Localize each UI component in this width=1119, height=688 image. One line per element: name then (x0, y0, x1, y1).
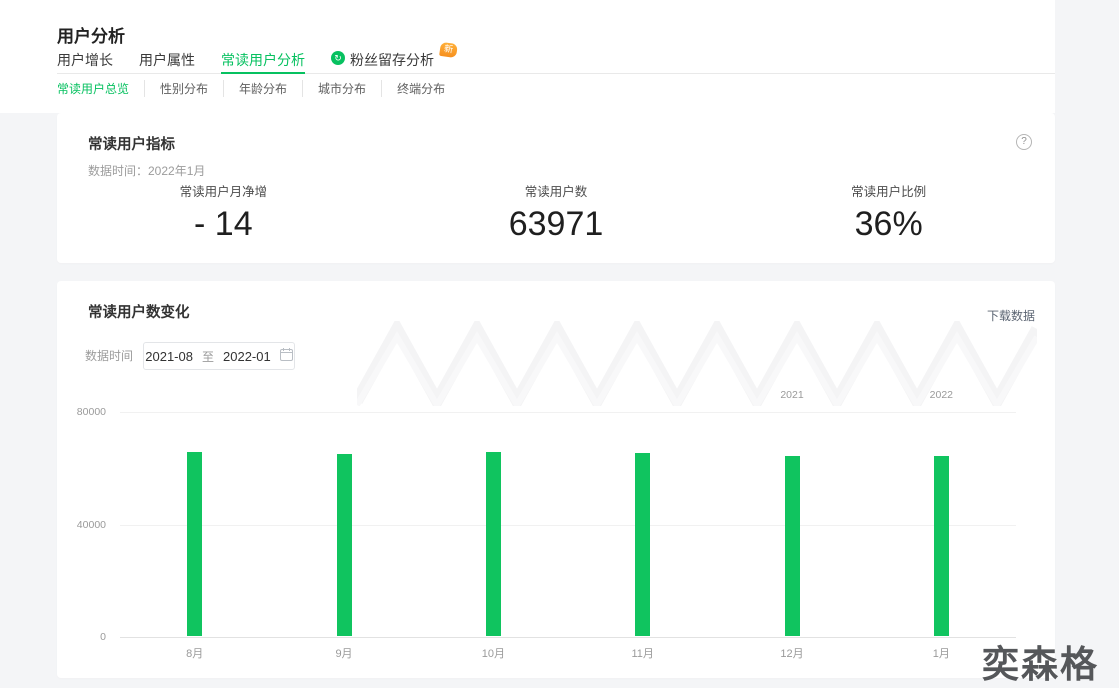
chart-bar-8月[interactable] (187, 452, 203, 636)
tab-label: 用户属性 (139, 52, 195, 68)
chart-bar-12月[interactable] (784, 456, 800, 636)
x-axis-tick: 11月 (631, 648, 654, 660)
download-data-link[interactable]: 下载数据 (987, 307, 1035, 324)
retention-circle-icon: ↻ (331, 51, 345, 65)
tab-fan-retention-analysis[interactable]: ↻ 粉丝留存分析 新 (331, 41, 458, 73)
calendar-icon (279, 348, 293, 364)
chart-bar-1月[interactable] (933, 456, 949, 636)
x-axis-tick: 9月 (335, 648, 353, 660)
tab-label: 用户增长 (57, 52, 113, 68)
new-badge: 新 (439, 41, 458, 59)
y-axis-tick: 0 (100, 631, 106, 643)
year-label-2022: 2022 (929, 389, 954, 401)
main-tabs: 用户增长 用户属性 常读用户分析 ↻ 粉丝留存分析 新 (57, 41, 1055, 74)
x-axis-tick: 1月 (932, 648, 950, 660)
x-axis-tick: 8月 (186, 648, 204, 660)
user-analysis-page: 用户分析 用户增长 用户属性 常读用户分析 ↻ 粉丝留存分析 新 常读用户总览 … (0, 0, 1119, 688)
chart-bar-9月[interactable] (336, 454, 352, 636)
subtab-age-distribution[interactable]: 年龄分布 (223, 80, 287, 97)
subtab-gender-distribution[interactable]: 性别分布 (144, 80, 208, 97)
metrics-data-time: 数据时间：2022年1月 (88, 164, 206, 178)
date-start: 2021-08 (145, 348, 193, 364)
subtab-terminal-distribution[interactable]: 终端分布 (381, 80, 445, 97)
metric-regular-reader-count: 常读用户数 63971 (390, 181, 723, 244)
chart-bar-11月[interactable] (635, 453, 651, 636)
tab-label: 粉丝留存分析 (350, 52, 434, 68)
header: 用户分析 用户增长 用户属性 常读用户分析 ↻ 粉丝留存分析 新 常读用户总览 … (0, 0, 1055, 113)
tab-label: 常读用户分析 (221, 52, 305, 68)
metric-value: 36% (854, 205, 923, 243)
chart-card-title: 常读用户数变化 (88, 305, 190, 321)
sub-tabs: 常读用户总览 性别分布 年龄分布 城市分布 终端分布 (57, 80, 445, 97)
metrics-card: 常读用户指标 ? 数据时间：2022年1月 常读用户月净增 - 14 常读用户数… (57, 113, 1055, 263)
gridline-0 (120, 637, 1016, 638)
metrics-row: 常读用户月净增 - 14 常读用户数 63971 常读用户比例 36% (57, 181, 1055, 244)
date-time-label: 数据时间 (85, 349, 134, 363)
year-label-2021: 2021 (780, 389, 804, 401)
metric-label: 常读用户月净增 (179, 185, 268, 199)
date-end: 2022-01 (223, 348, 271, 364)
subtab-regular-reader-overview[interactable]: 常读用户总览 (57, 80, 129, 97)
date-range-picker[interactable]: 2021-08 至 2022-01 (143, 342, 295, 370)
date-separator: 至 (201, 349, 214, 364)
tab-user-growth[interactable]: 用户增长 (57, 50, 113, 73)
chart-bar-10月[interactable] (485, 451, 501, 636)
subtab-city-distribution[interactable]: 城市分布 (302, 80, 366, 97)
metric-value: 63971 (508, 205, 604, 243)
metric-regular-reader-ratio: 常读用户比例 36% (722, 181, 1055, 244)
chart-card: 常读用户数变化 下载数据 数据时间 2021-08 至 2022-01 0 400… (57, 281, 1055, 678)
site-watermark: 奕森格 (982, 644, 1099, 685)
regular-reader-bar-chart: 0 40000 80000 8月 9月 10月 11月 12月 1月 2021 2022 (77, 389, 1016, 660)
x-axis-tick: 10月 (481, 648, 505, 660)
tab-regular-reader-analysis[interactable]: 常读用户分析 (221, 50, 305, 74)
x-axis-tick: 12月 (780, 648, 804, 660)
gridline-80000 (120, 412, 1016, 413)
metric-label: 常读用户数 (524, 185, 588, 199)
tab-user-attributes[interactable]: 用户属性 (139, 50, 195, 73)
page-title: 用户分析 (57, 27, 125, 46)
metric-value: - 14 (194, 205, 253, 243)
y-axis-tick: 80000 (76, 406, 106, 418)
metric-label: 常读用户比例 (851, 185, 927, 199)
metrics-card-title: 常读用户指标 (88, 137, 175, 153)
help-icon[interactable]: ? (1016, 134, 1032, 150)
gridline-40000 (120, 524, 1016, 526)
y-axis-tick: 40000 (76, 518, 106, 531)
metric-monthly-net-increase: 常读用户月净增 - 14 (57, 181, 390, 244)
